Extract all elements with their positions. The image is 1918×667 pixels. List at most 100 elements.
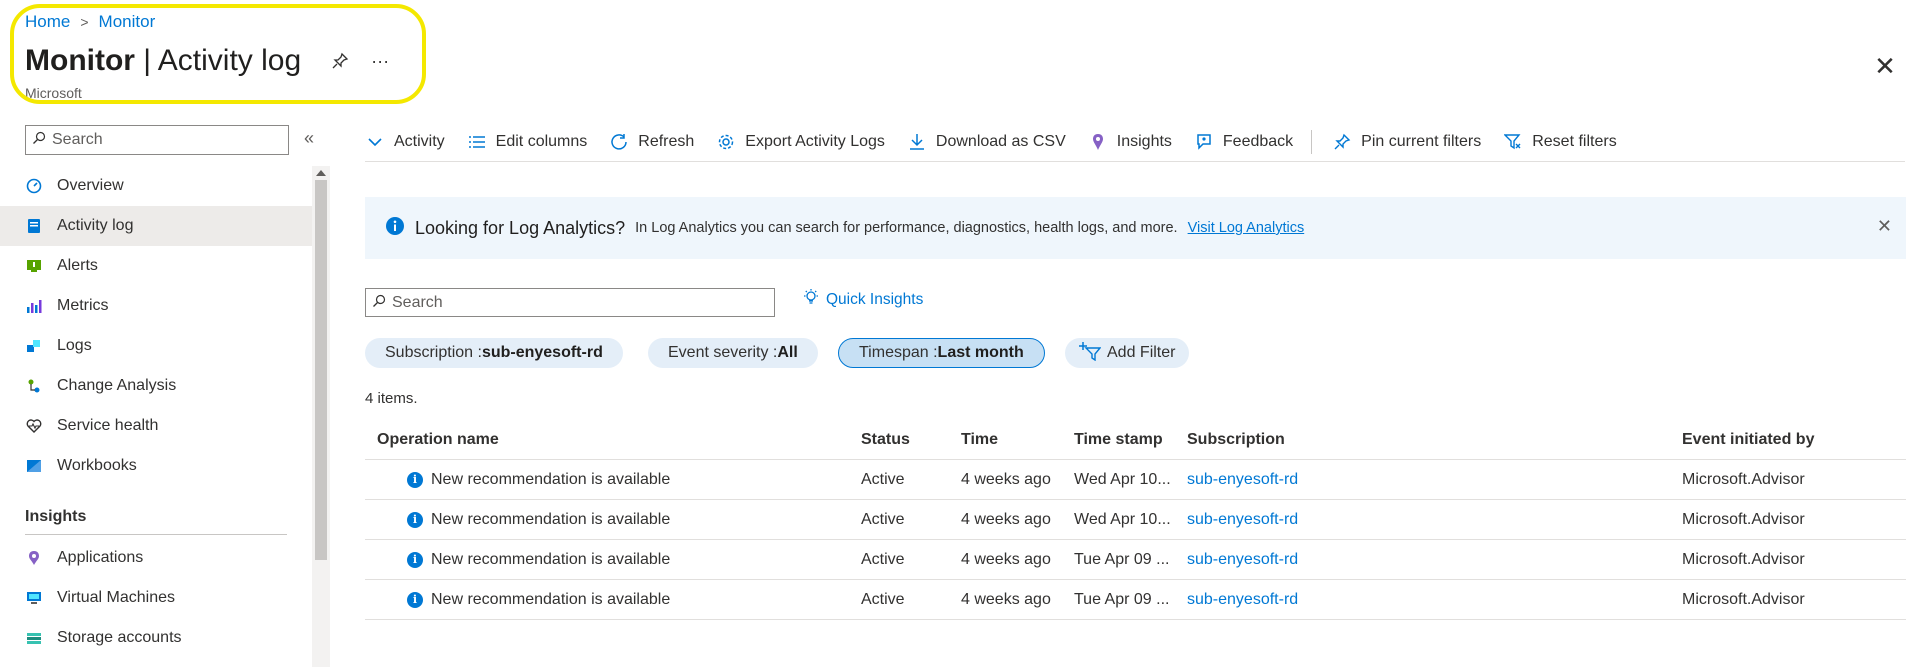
- activity-button[interactable]: Activity: [365, 124, 445, 160]
- sidebar-item-label: Service health: [57, 417, 159, 434]
- download-icon: [907, 132, 927, 152]
- sidebar-item-activity-log[interactable]: Activity log: [0, 206, 312, 246]
- add-filter-button[interactable]: Add Filter: [1065, 338, 1190, 368]
- timestamp-cell: Wed Apr 10...: [1074, 510, 1171, 528]
- subscription-filter-pill[interactable]: Subscription : sub-enyesoft-rd: [365, 338, 623, 368]
- breadcrumb: Home > Monitor: [25, 12, 155, 32]
- sidebar-item-workbooks[interactable]: Workbooks: [0, 446, 312, 486]
- log-analytics-banner: Looking for Log Analytics? In Log Analyt…: [365, 197, 1906, 259]
- subscription-link[interactable]: sub-enyesoft-rd: [1187, 551, 1298, 568]
- feedback-button[interactable]: Feedback: [1194, 124, 1293, 160]
- sidebar-item-logs[interactable]: Logs: [0, 326, 312, 366]
- more-options-icon[interactable]: ···: [369, 50, 391, 72]
- sidebar-search[interactable]: [25, 125, 289, 155]
- close-banner-icon[interactable]: ✕: [1877, 216, 1892, 237]
- refresh-label: Refresh: [638, 132, 695, 150]
- info-icon: i: [407, 591, 423, 608]
- sidebar-item-overview[interactable]: Overview: [0, 166, 312, 206]
- sidebar-item-change-analysis[interactable]: Change Analysis: [0, 366, 312, 406]
- sidebar-item-label: Storage accounts: [57, 629, 182, 646]
- table-header: Operation name Status Time Time stamp Su…: [365, 420, 1906, 460]
- export-activity-logs-button[interactable]: Export Activity Logs: [716, 124, 885, 160]
- column-header-subscription[interactable]: Subscription: [1187, 431, 1682, 449]
- edit-columns-button[interactable]: Edit columns: [467, 124, 587, 160]
- visit-log-analytics-link[interactable]: Visit Log Analytics: [1188, 220, 1305, 236]
- operation-name[interactable]: New recommendation is available: [431, 551, 670, 569]
- operation-name[interactable]: New recommendation is available: [431, 591, 670, 609]
- table-row[interactable]: i New recommendation is available Active …: [365, 580, 1906, 620]
- title-row: Monitor | Activity log ···: [25, 44, 391, 78]
- sidebar-scrollbar[interactable]: [312, 166, 330, 667]
- sidebar-item-label: Workbooks: [57, 457, 137, 474]
- page-title-rest: | Activity log: [134, 44, 302, 77]
- close-icon[interactable]: ✕: [1872, 53, 1898, 79]
- severity-filter-pill[interactable]: Event severity : All: [648, 338, 818, 368]
- status-cell: Active: [861, 550, 905, 568]
- refresh-button[interactable]: Refresh: [609, 124, 694, 160]
- reset-filters-label: Reset filters: [1532, 132, 1617, 150]
- timestamp-cell: Tue Apr 09 ...: [1074, 590, 1170, 608]
- sidebar-item-label: Activity log: [57, 217, 134, 234]
- time-cell: 4 weeks ago: [961, 590, 1051, 608]
- initiated-by-cell: Microsoft.Advisor: [1682, 470, 1805, 488]
- banner-title: Looking for Log Analytics?: [415, 217, 626, 238]
- column-header-time-stamp[interactable]: Time stamp: [1074, 431, 1187, 449]
- reset-filters-button[interactable]: Reset filters: [1503, 124, 1617, 160]
- timespan-filter-pill[interactable]: Timespan : Last month: [838, 338, 1045, 368]
- collapse-sidebar-icon[interactable]: «: [304, 128, 314, 149]
- sidebar-item-service-health[interactable]: Service health: [0, 406, 312, 446]
- columns-icon: [467, 132, 487, 152]
- virtual-machines-icon: [25, 589, 43, 607]
- insights-button[interactable]: Insights: [1088, 124, 1172, 160]
- breadcrumb-home-link[interactable]: Home: [25, 12, 70, 32]
- column-header-time[interactable]: Time: [961, 431, 1074, 449]
- pin-icon[interactable]: [329, 50, 351, 72]
- sidebar-item-alerts[interactable]: Alerts: [0, 246, 312, 286]
- main-search-input[interactable]: [392, 293, 762, 312]
- table-row[interactable]: i New recommendation is available Active …: [365, 460, 1906, 500]
- scroll-up-arrow-icon[interactable]: [316, 170, 326, 176]
- quick-insights-link[interactable]: Quick Insights: [802, 288, 923, 311]
- sidebar-item-storage-accounts[interactable]: Storage accounts: [0, 618, 312, 658]
- activity-log-icon: [25, 217, 43, 235]
- sidebar-item-metrics[interactable]: Metrics: [0, 286, 312, 326]
- insights-icon: [1088, 132, 1108, 152]
- overview-icon: [25, 177, 43, 195]
- pin-filters-label: Pin current filters: [1361, 132, 1482, 150]
- alerts-icon: [25, 257, 43, 275]
- subscription-link[interactable]: sub-enyesoft-rd: [1187, 591, 1298, 608]
- column-header-operation-name[interactable]: Operation name: [365, 431, 861, 449]
- sidebar: « Overview Activity log Alerts Metrics L…: [0, 122, 330, 667]
- chevron-down-icon: [365, 132, 385, 152]
- severity-filter-label: Event severity :: [668, 344, 778, 361]
- activity-log-table: Operation name Status Time Time stamp Su…: [365, 420, 1906, 620]
- scrollbar-thumb[interactable]: [315, 180, 327, 560]
- time-cell: 4 weeks ago: [961, 470, 1051, 488]
- export-label: Export Activity Logs: [745, 132, 885, 150]
- sidebar-item-virtual-machines[interactable]: Virtual Machines: [0, 578, 312, 618]
- download-csv-button[interactable]: Download as CSV: [907, 124, 1066, 160]
- pin-icon: [1332, 132, 1352, 152]
- subscription-link[interactable]: sub-enyesoft-rd: [1187, 511, 1298, 528]
- sidebar-item-applications[interactable]: Applications: [0, 538, 312, 578]
- subscription-link[interactable]: sub-enyesoft-rd: [1187, 471, 1298, 488]
- search-icon: [32, 131, 46, 149]
- subscription-filter-value: sub-enyesoft-rd: [481, 344, 603, 361]
- lightbulb-icon: [802, 288, 820, 311]
- info-icon: [385, 216, 405, 240]
- column-header-status[interactable]: Status: [861, 431, 961, 449]
- table-row[interactable]: i New recommendation is available Active …: [365, 500, 1906, 540]
- initiated-by-cell: Microsoft.Advisor: [1682, 510, 1805, 528]
- metrics-icon: [25, 297, 43, 315]
- table-row[interactable]: i New recommendation is available Active …: [365, 540, 1906, 580]
- search-icon: [372, 294, 386, 312]
- page-title-bold: Monitor: [25, 44, 135, 77]
- gear-icon: [716, 132, 736, 152]
- sidebar-search-input[interactable]: [52, 131, 272, 149]
- column-header-event-initiated-by[interactable]: Event initiated by: [1682, 431, 1906, 449]
- breadcrumb-monitor-link[interactable]: Monitor: [99, 12, 156, 32]
- pin-current-filters-button[interactable]: Pin current filters: [1332, 124, 1481, 160]
- operation-name[interactable]: New recommendation is available: [431, 511, 670, 529]
- main-search[interactable]: [365, 288, 775, 317]
- operation-name[interactable]: New recommendation is available: [431, 471, 670, 489]
